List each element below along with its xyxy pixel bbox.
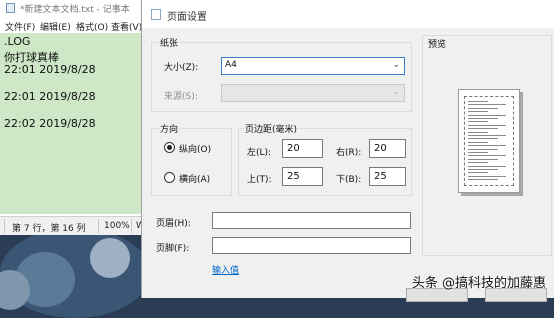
paper-source-select: ⌄ xyxy=(221,84,405,102)
left-margin-input[interactable]: 20 xyxy=(282,139,323,158)
preview-text-line xyxy=(468,155,506,157)
landscape-radio[interactable] xyxy=(164,172,175,183)
top-margin-label: 上(T): xyxy=(247,175,272,185)
page-setup-dialog: 页面设置 纸张 大小(Z): A4 ⌄ 来源(S): ⌄ 方向 纵向(O) 横向… xyxy=(141,0,554,302)
preview-text-line xyxy=(468,131,488,133)
preview-text-line xyxy=(468,175,506,177)
preview-text-line xyxy=(468,107,498,109)
text-line: 22:01 2019/8/28 xyxy=(4,63,96,76)
top-margin-input[interactable]: 25 xyxy=(282,167,323,186)
dialog-titlebar: 页面设置 xyxy=(142,0,554,28)
paper-source-label: 来源(S): xyxy=(164,92,198,102)
preview-text-line xyxy=(468,118,498,119)
preview-text-line xyxy=(468,114,506,116)
orientation-group xyxy=(151,128,232,196)
menu-view[interactable]: 查看(V) xyxy=(111,20,142,33)
right-margin-label: 右(R): xyxy=(336,148,362,158)
paper-size-label: 大小(Z): xyxy=(164,63,199,73)
preview-text-line xyxy=(468,104,506,106)
preview-margin-box xyxy=(464,96,514,186)
chevron-down-icon: ⌄ xyxy=(392,60,400,70)
notepad-statusbar: 第 7 行，第 16 列 100% Wi xyxy=(0,216,150,235)
menu-edit[interactable]: 编辑(E) xyxy=(40,20,71,33)
preview-text-line xyxy=(468,138,498,140)
text-line: .LOG xyxy=(4,35,31,48)
preview-text-line xyxy=(468,111,488,113)
preview-text-line xyxy=(468,145,506,147)
text-line: 22:01 2019/8/28 xyxy=(4,90,96,103)
right-margin-input[interactable]: 20 xyxy=(369,139,406,158)
status-separator xyxy=(98,219,99,233)
preview-text-line xyxy=(468,128,498,130)
preview-text-line xyxy=(468,179,498,181)
status-position: 第 7 行，第 16 列 xyxy=(12,224,86,234)
left-margin-label: 左(L): xyxy=(247,148,272,158)
notepad-menubar: 文件(F) 编辑(E) 格式(O) 查看(V) xyxy=(0,17,150,33)
radio-selected-dot xyxy=(167,145,172,150)
preview-text-line xyxy=(468,152,488,153)
menu-file[interactable]: 文件(F) xyxy=(5,20,35,33)
preview-text-line xyxy=(468,158,498,160)
notepad-title: *新建文本文档.txt - 记事本 xyxy=(20,5,130,15)
header-label: 页眉(H): xyxy=(156,219,191,229)
chevron-down-icon: ⌄ xyxy=(392,87,400,97)
bottom-margin-input[interactable]: 25 xyxy=(369,167,406,186)
preview-text-line xyxy=(468,135,506,136)
status-zoom: 100% xyxy=(104,221,130,231)
paper-size-select[interactable]: A4 ⌄ xyxy=(221,57,405,75)
status-separator xyxy=(4,219,5,233)
page-setup-icon xyxy=(151,9,161,20)
status-separator xyxy=(131,219,132,233)
preview-text-line xyxy=(468,169,498,170)
paper-size-value: A4 xyxy=(225,60,237,70)
footer-label: 页脚(F): xyxy=(156,244,190,254)
preview-text-line xyxy=(468,162,488,164)
dialog-title: 页面设置 xyxy=(167,12,207,23)
preview-text-line xyxy=(468,141,488,143)
preview-label: 预览 xyxy=(427,37,448,50)
preview-text-line xyxy=(468,101,488,102)
landscape-label[interactable]: 横向(A) xyxy=(179,172,210,185)
portrait-label[interactable]: 纵向(O) xyxy=(179,142,211,155)
notepad-text-area[interactable]: .LOG 你打球真棒 22:01 2019/8/28 22:01 2019/8/… xyxy=(0,33,150,214)
text-line: 22:02 2019/8/28 xyxy=(4,117,96,130)
footer-input[interactable] xyxy=(212,237,411,254)
preview-text-line xyxy=(468,148,498,150)
header-input[interactable] xyxy=(212,212,411,229)
margins-group-label: 页边距(毫米) xyxy=(244,122,299,135)
menu-format[interactable]: 格式(O) xyxy=(76,20,108,33)
preview-page xyxy=(458,89,520,193)
preview-text-line xyxy=(468,124,506,126)
notepad-icon xyxy=(6,3,15,13)
portrait-radio[interactable] xyxy=(164,142,175,153)
notepad-window: *新建文本文档.txt - 记事本 文件(F) 编辑(E) 格式(O) 查看(V… xyxy=(0,0,151,235)
preview-text-line xyxy=(468,172,488,174)
preview-text-line xyxy=(468,165,506,167)
preview-text-line xyxy=(468,121,488,123)
watermark: 头条 @搞科技的加藤惠 xyxy=(411,276,546,291)
orientation-group-label: 方向 xyxy=(159,122,180,135)
notepad-titlebar: *新建文本文档.txt - 记事本 xyxy=(0,0,150,16)
paper-group-label: 纸张 xyxy=(159,36,180,49)
bottom-margin-label: 下(B): xyxy=(336,175,362,185)
input-values-link[interactable]: 输入值 xyxy=(212,263,239,276)
